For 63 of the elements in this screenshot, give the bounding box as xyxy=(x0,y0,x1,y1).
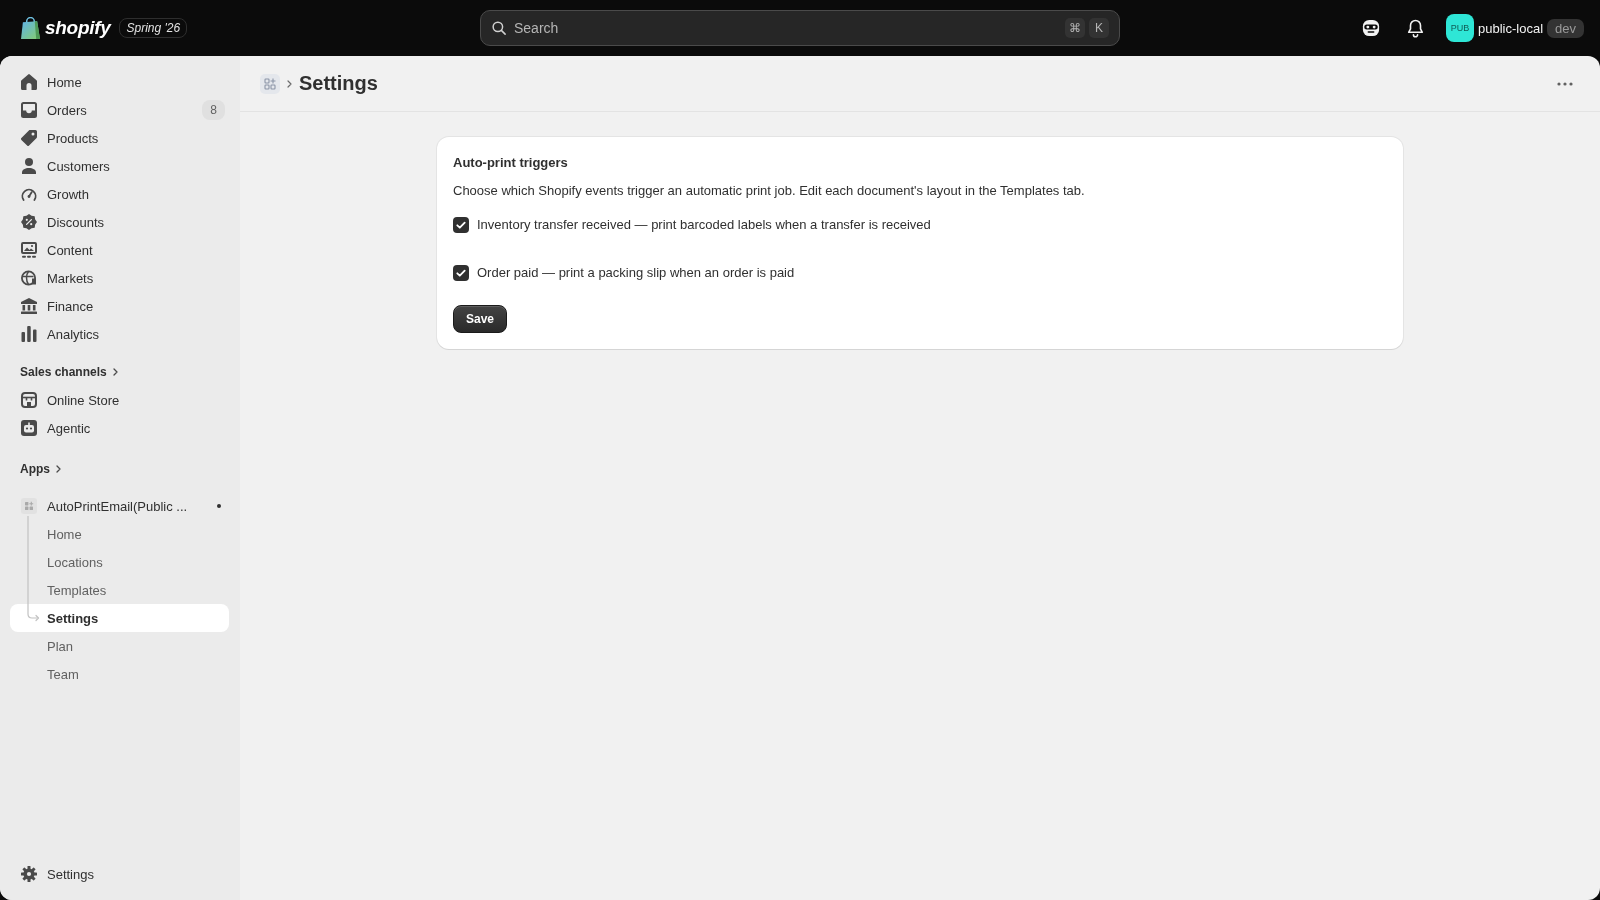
checkbox-label: Order paid — print a packing slip when an order is paid xyxy=(477,264,795,282)
card-title: Auto-print triggers xyxy=(453,154,568,172)
chevron-right-icon xyxy=(287,79,292,88)
inbox-icon xyxy=(21,102,37,118)
store-name[interactable]: public-local xyxy=(1478,20,1544,36)
section-heading-link[interactable]: Apps xyxy=(10,455,61,483)
robot-icon xyxy=(21,420,37,436)
chevron-right-icon xyxy=(112,368,118,376)
subnav-item[interactable]: Templates xyxy=(10,576,229,604)
subnav-item[interactable]: Team xyxy=(10,660,229,688)
subnav-item[interactable]: Home xyxy=(10,520,229,548)
subnav-item[interactable]: Settings xyxy=(10,604,229,632)
bot-icon[interactable] xyxy=(1362,19,1380,37)
edition-badge: Spring '26 xyxy=(119,18,188,38)
nav-item[interactable]: Customers xyxy=(10,152,229,180)
logo-wordmark: shopify xyxy=(45,17,111,39)
nav-item[interactable]: Growth xyxy=(10,180,229,208)
notification-bell-icon[interactable] xyxy=(1407,18,1424,38)
environment-badge: dev xyxy=(1547,18,1584,38)
count-badge: 8 xyxy=(202,100,225,120)
bar-chart-icon xyxy=(21,326,37,342)
nav-item[interactable]: Finance xyxy=(10,292,229,320)
chevron-right-icon xyxy=(56,465,61,473)
bank-icon xyxy=(21,298,37,314)
discount-badge-icon xyxy=(21,214,37,230)
app-icon xyxy=(21,498,37,514)
save-button[interactable]: Save xyxy=(453,305,508,333)
monitor-image-icon xyxy=(21,242,37,258)
home-icon xyxy=(21,74,37,90)
search-icon xyxy=(492,21,506,35)
gauge-icon xyxy=(21,186,37,202)
search-field[interactable]: Search ⌘ K xyxy=(480,10,1120,46)
shopping-bag-icon xyxy=(21,17,40,39)
section-heading-link[interactable]: Sales channels xyxy=(10,358,118,386)
person-icon xyxy=(21,158,37,174)
dot-icon xyxy=(217,504,221,508)
globe-icon xyxy=(21,270,37,286)
nav-item[interactable]: Products xyxy=(10,124,229,152)
nav-item[interactable]: AutoPrintEmail(Public ... xyxy=(10,492,229,520)
nav-item[interactable]: Analytics xyxy=(10,320,229,348)
subnav-item[interactable]: Locations xyxy=(10,548,229,576)
more-actions-icon[interactable] xyxy=(1557,81,1573,86)
search-input[interactable]: Search xyxy=(514,18,1065,38)
nav-item[interactable]: Online Store xyxy=(10,386,229,414)
card-description: Choose which Shopify events trigger an automatic print job. Edit each document's layout in the Templates tab. xyxy=(453,182,1085,200)
nav-item[interactable]: Discounts xyxy=(10,208,229,236)
nav-item[interactable]: Content xyxy=(10,236,229,264)
page-title: Settings xyxy=(299,72,378,95)
checkbox-label: Inventory transfer received — print barcoded labels when a transfer is received xyxy=(477,216,931,234)
nav-item[interactable]: Markets xyxy=(10,264,229,292)
storefront-icon xyxy=(21,392,37,408)
subnav-item[interactable]: Plan xyxy=(10,632,229,660)
checkbox[interactable] xyxy=(453,217,469,233)
nav-item[interactable]: Home xyxy=(10,68,229,96)
shortcut-key: K xyxy=(1089,18,1109,38)
checkbox[interactable] xyxy=(453,265,469,281)
nav-item[interactable]: Settings xyxy=(10,860,229,888)
shortcut-key: ⌘ xyxy=(1065,18,1085,38)
gear-icon xyxy=(21,866,37,882)
nav-item[interactable]: Agentic xyxy=(10,414,229,442)
tag-icon xyxy=(21,130,37,146)
store-avatar[interactable]: PUB xyxy=(1446,14,1474,42)
nav-item[interactable]: Orders 8 xyxy=(10,96,229,124)
